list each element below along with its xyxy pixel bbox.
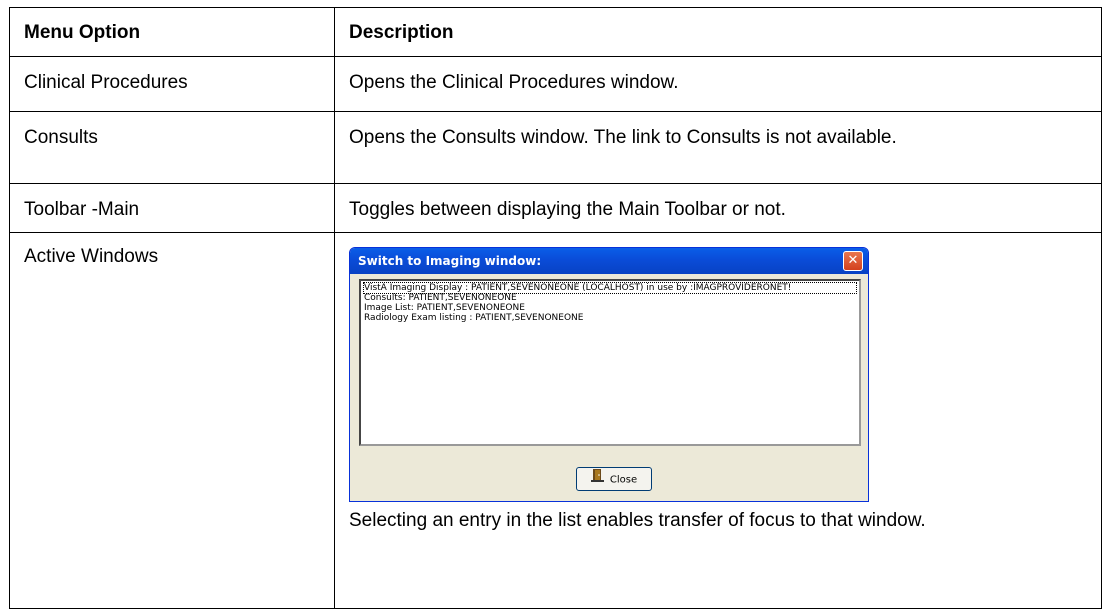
dialog-body: VistA Imaging Display : PATIENT,SEVENONE… xyxy=(354,274,864,497)
list-item[interactable]: Consults: PATIENT,SEVENONEONE xyxy=(364,293,856,303)
description-text: Selecting an entry in the list enables t… xyxy=(349,510,926,531)
list-item[interactable]: Radiology Exam listing : PATIENT,SEVENON… xyxy=(364,313,856,323)
dialog-titlebar: Switch to Imaging window: ✕ xyxy=(350,248,868,274)
table-row: Consults Opens the Consults window. The … xyxy=(9,111,1102,184)
list-item[interactable]: VistA Imaging Display : PATIENT,SEVENONE… xyxy=(363,282,857,294)
close-button-label: Close xyxy=(609,474,638,486)
window-list[interactable]: VistA Imaging Display : PATIENT,SEVENONE… xyxy=(359,279,861,446)
description-cell: Toggles between displaying the Main Tool… xyxy=(334,183,1102,233)
door-exit-icon xyxy=(590,468,605,491)
menu-options-table: Menu Option Description Clinical Procedu… xyxy=(9,7,1102,609)
table-row: Active Windows Switch to Imaging window:… xyxy=(9,232,1102,609)
header-description: Description xyxy=(334,7,1102,57)
table-row: Clinical Procedures Opens the Clinical P… xyxy=(9,56,1102,112)
switch-window-dialog: Switch to Imaging window: ✕ VistA Imagin… xyxy=(349,247,869,502)
menu-option-cell: Active Windows xyxy=(9,232,335,609)
header-menu-option: Menu Option xyxy=(9,7,335,57)
close-button[interactable]: Close xyxy=(576,467,652,491)
description-cell: Opens the Clinical Procedures window. xyxy=(334,56,1102,112)
table-row: Toolbar -Main Toggles between displaying… xyxy=(9,183,1102,233)
description-cell: Opens the Consults window. The link to C… xyxy=(334,111,1102,184)
menu-option-cell: Toolbar -Main xyxy=(9,183,335,233)
menu-option-cell: Clinical Procedures xyxy=(9,56,335,112)
close-icon[interactable]: ✕ xyxy=(843,251,863,271)
list-item[interactable]: Image List: PATIENT,SEVENONEONE xyxy=(364,303,856,313)
description-cell: Switch to Imaging window: ✕ VistA Imagin… xyxy=(334,232,1102,609)
dialog-title: Switch to Imaging window: xyxy=(358,254,542,268)
menu-option-cell: Consults xyxy=(9,111,335,184)
